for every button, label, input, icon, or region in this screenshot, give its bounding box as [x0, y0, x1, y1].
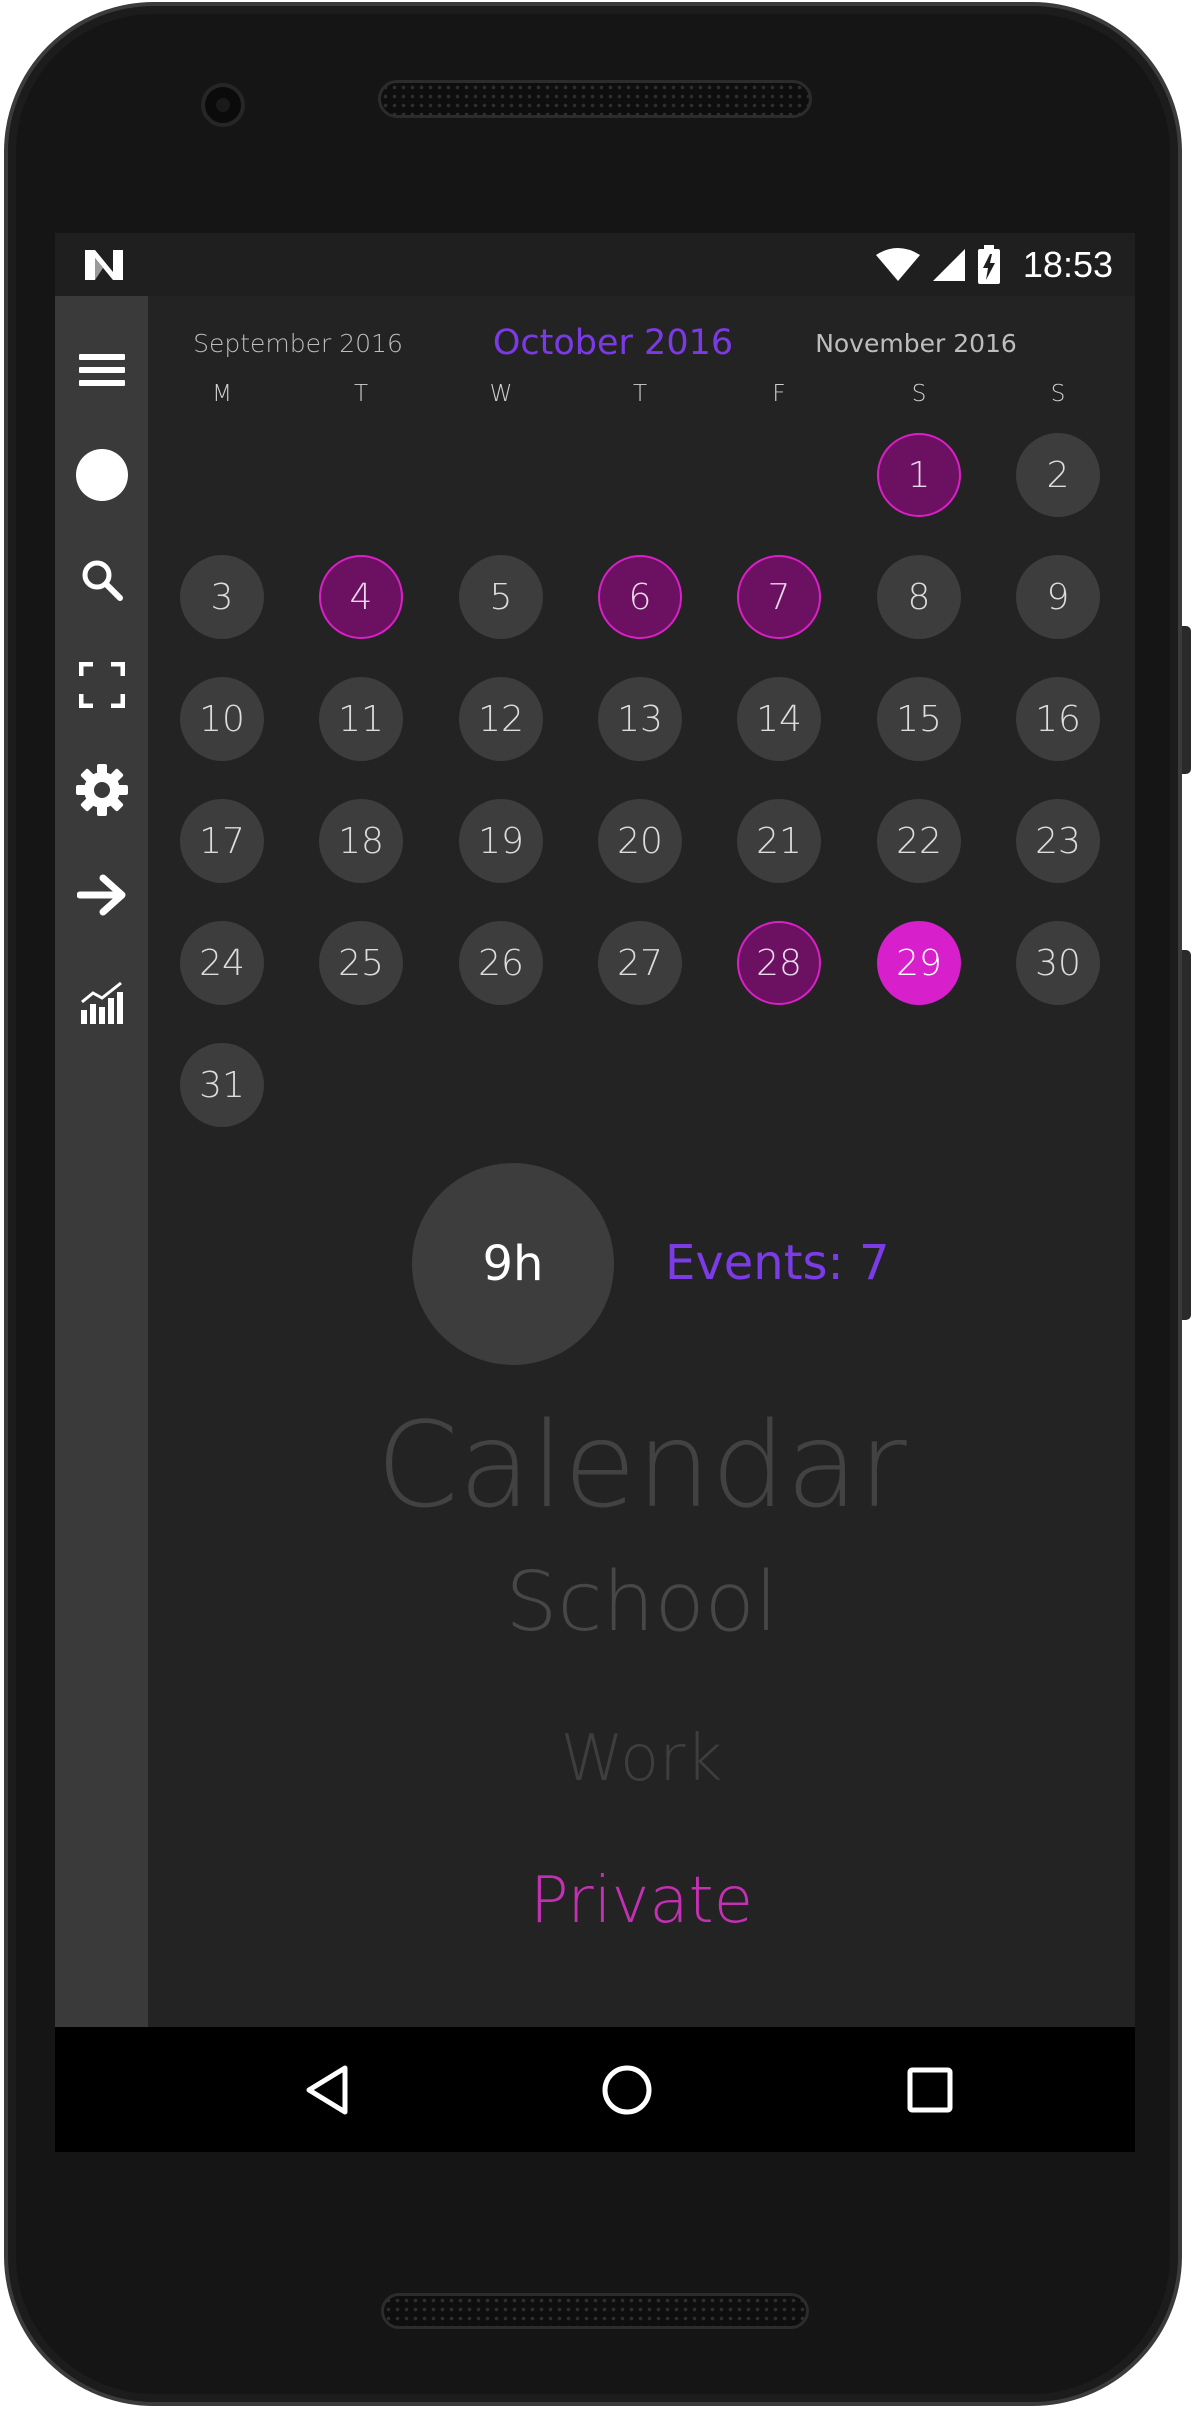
gear-icon — [75, 764, 128, 816]
day-cell[interactable]: 13 — [598, 677, 682, 761]
day-cell[interactable]: 15 — [877, 677, 961, 761]
wifi-icon — [875, 248, 920, 281]
weekday-label: S — [1050, 381, 1066, 407]
day-cell[interactable]: 12 — [459, 677, 543, 761]
screen: 18:53 September 2016 October 2016 Novemb… — [55, 233, 1135, 2152]
day-cell[interactable]: 11 — [319, 677, 403, 761]
day-cell[interactable]: 14 — [737, 677, 821, 761]
menu-icon — [78, 354, 125, 386]
back-icon — [306, 2065, 348, 2115]
day-cell[interactable]: 25 — [319, 921, 403, 1005]
search-icon — [82, 560, 123, 601]
front-camera — [201, 83, 245, 127]
status-time: 18:53 — [1022, 244, 1113, 285]
day-cell[interactable]: 24 — [180, 921, 264, 1005]
top-speaker — [378, 80, 812, 118]
status-bar: 18:53 — [55, 233, 1135, 296]
category-work[interactable]: Work — [148, 1719, 1135, 1799]
settings-button[interactable] — [55, 755, 148, 825]
status-icons: 18:53 — [875, 241, 1113, 289]
back-button[interactable] — [292, 2055, 362, 2125]
side-rail — [55, 296, 148, 2027]
prev-month-link[interactable]: September 2016 — [188, 313, 408, 373]
day-cell[interactable]: 9 — [1016, 555, 1100, 639]
bottom-speaker — [381, 2293, 809, 2329]
events-count-label: Events: 7 — [665, 1235, 890, 1291]
day-cell[interactable]: 4 — [319, 555, 403, 639]
fullscreen-button[interactable] — [55, 650, 148, 720]
signal-icon — [932, 249, 965, 281]
menu-button[interactable] — [55, 335, 148, 405]
weekday-label: T — [632, 381, 648, 407]
arrow-right-icon — [76, 874, 125, 916]
day-cell[interactable]: 2 — [1016, 433, 1100, 517]
weekday-label: W — [489, 381, 513, 407]
day-cell[interactable]: 16 — [1016, 677, 1100, 761]
next-month-link[interactable]: November 2016 — [806, 313, 1026, 373]
weekday-label: F — [772, 381, 786, 407]
day-cell[interactable]: 1 — [877, 433, 961, 517]
day-cell[interactable]: 3 — [180, 555, 264, 639]
search-button[interactable] — [55, 545, 148, 615]
day-cell[interactable]: 19 — [459, 799, 543, 883]
forward-button[interactable] — [55, 860, 148, 930]
day-cell[interactable]: 26 — [459, 921, 543, 1005]
day-cell[interactable]: 28 — [737, 921, 821, 1005]
day-cell[interactable]: 22 — [877, 799, 961, 883]
category-calendar[interactable]: Calendar — [148, 1395, 1135, 1535]
power-button — [1182, 626, 1191, 774]
day-cell[interactable]: 5 — [459, 555, 543, 639]
fullscreen-icon — [78, 662, 125, 708]
day-cell[interactable]: 31 — [180, 1043, 264, 1127]
recents-button[interactable] — [895, 2055, 965, 2125]
day-cell[interactable]: 23 — [1016, 799, 1100, 883]
day-cell[interactable]: 18 — [319, 799, 403, 883]
weekday-label: T — [353, 381, 369, 407]
day-cell[interactable]: 27 — [598, 921, 682, 1005]
day-cell[interactable]: 21 — [737, 799, 821, 883]
day-cell[interactable]: 10 — [180, 677, 264, 761]
battery-charging-icon — [977, 245, 1000, 284]
navigation-bar — [55, 2027, 1135, 2152]
category-private[interactable]: Private — [148, 1861, 1135, 1941]
day-cell[interactable]: 20 — [598, 799, 682, 883]
day-cell[interactable]: 7 — [737, 555, 821, 639]
chart-icon — [80, 981, 123, 1024]
recents-icon — [907, 2067, 953, 2113]
circle-icon — [75, 449, 128, 501]
day-cell[interactable]: 29 — [877, 921, 961, 1005]
circle-button[interactable] — [55, 440, 148, 510]
day-cell[interactable]: 17 — [180, 799, 264, 883]
day-cell[interactable]: 6 — [598, 555, 682, 639]
home-button[interactable] — [592, 2055, 662, 2125]
day-cell[interactable]: 30 — [1016, 921, 1100, 1005]
statistics-button[interactable] — [55, 968, 148, 1038]
total-hours-badge: 9h — [412, 1163, 614, 1365]
month-header: September 2016 October 2016 November 201… — [148, 313, 1135, 373]
weekday-label: S — [911, 381, 927, 407]
day-cell[interactable]: 8 — [877, 555, 961, 639]
n-logo-icon — [85, 250, 123, 280]
category-school[interactable]: School — [148, 1553, 1135, 1653]
weekday-label: M — [212, 381, 232, 407]
home-icon — [602, 2065, 652, 2115]
volume-button — [1182, 950, 1191, 1320]
current-month-title: October 2016 — [492, 323, 734, 363]
